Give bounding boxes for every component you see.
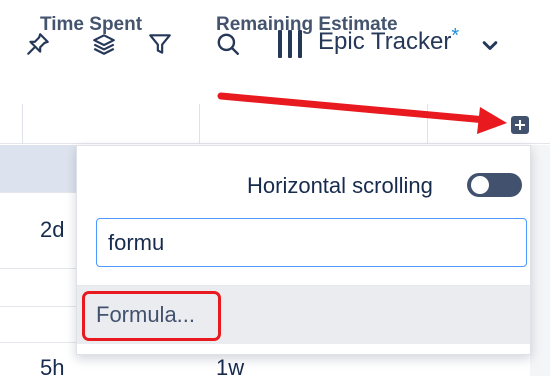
horizontal-scrolling-toggle[interactable]	[467, 173, 522, 197]
chevron-down-icon[interactable]	[480, 36, 500, 56]
remaining-estimate-cell: 1w	[216, 355, 245, 376]
time-spent-cell: 2d	[40, 217, 65, 242]
column-divider[interactable]	[199, 104, 200, 144]
column-header-time-spent[interactable]: Time Spent	[40, 14, 200, 36]
column-divider[interactable]	[22, 104, 23, 144]
column-header-row	[0, 104, 550, 144]
add-column-button[interactable]	[511, 116, 529, 134]
add-column-popup: Horizontal scrolling Formula...	[76, 145, 531, 355]
option-formula-label: Formula...	[96, 302, 196, 327]
time-spent-cell: 5h	[40, 355, 65, 376]
right-panel	[530, 145, 550, 376]
option-formula[interactable]: Formula...	[77, 286, 530, 344]
column-divider[interactable]	[427, 104, 428, 144]
horizontal-scrolling-label: Horizontal scrolling	[247, 173, 433, 198]
column-search-input[interactable]	[96, 218, 527, 267]
toggle-knob	[471, 176, 489, 194]
column-header-remaining-estimate[interactable]: Remaining Estimate	[216, 14, 420, 36]
unsaved-marker: *	[451, 25, 460, 47]
